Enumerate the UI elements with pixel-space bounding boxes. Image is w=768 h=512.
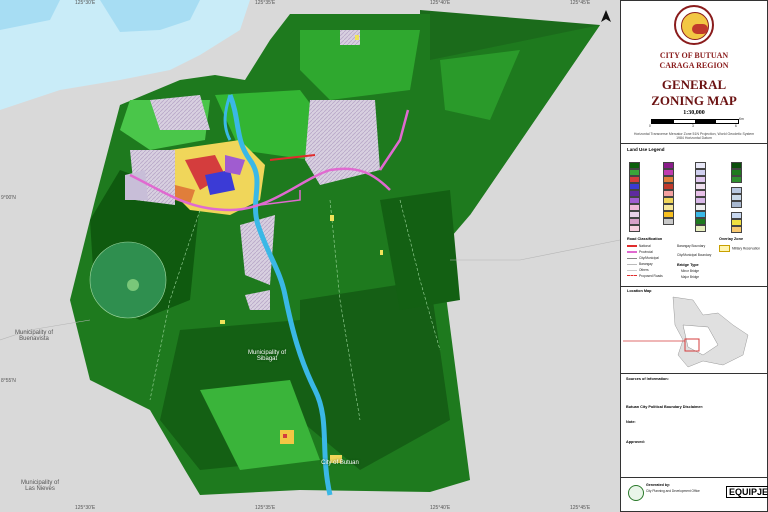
bridge-legend-item: Major Bridge <box>681 275 700 279</box>
bridge-legend-item: Minor Bridge <box>681 269 700 273</box>
map-title: GENERAL <box>661 77 727 92</box>
disclaimer-title: Butuan City Political Boundary Disclaime… <box>626 405 704 409</box>
road-legend-item: Provincial <box>639 250 653 254</box>
map-legend-panel: CITY OF BUTUAN CARAGA REGION GENERAL ZON… <box>620 0 768 512</box>
boundary-legend-item: Barangay Boundary <box>677 244 706 248</box>
road-legend-item: City/Municipal <box>639 256 659 260</box>
overlay-title: Overlay Zone <box>719 237 744 241</box>
road-legend-item: Barangay <box>639 262 653 266</box>
bottom-tick: 125°45'E <box>570 505 591 511</box>
road-class-title: Road Classification <box>627 237 663 241</box>
city-seal-icon <box>674 5 714 45</box>
bottom-tick: 125°35'E <box>255 505 276 511</box>
land-use-legend <box>629 156 761 233</box>
scale-tick: 0 <box>649 124 651 128</box>
left-tick: 8°55'N <box>1 378 16 384</box>
scale-label: 1:30,000 <box>683 110 705 116</box>
overlay-legend-item: Military Reservation <box>732 246 760 251</box>
approved-title: Approved: <box>626 440 645 444</box>
scale-unit: Km <box>739 117 744 121</box>
municipality-label: Municipality of Las Nieves <box>20 480 59 492</box>
municipality-label: Municipality of Buenavista <box>14 330 53 342</box>
map-canvas <box>0 0 620 512</box>
legend-title: Land Use Legend <box>627 147 665 152</box>
top-tick: 125°45'E <box>570 0 591 6</box>
top-tick: 125°30'E <box>75 0 96 6</box>
left-tick: 9°00'N <box>1 195 16 201</box>
top-tick: 125°35'E <box>255 0 276 6</box>
zoning-map[interactable]: 125°30'E 125°35'E 125°40'E 125°45'E 125°… <box>0 0 620 512</box>
road-legend-item: National <box>639 244 651 248</box>
city-label: City of Butuan <box>321 460 359 466</box>
scale-bar <box>651 119 739 124</box>
bridge-title: Bridge Type <box>677 263 699 267</box>
scale-tick: 3 <box>692 124 694 128</box>
city-title: CITY OF BUTUAN <box>659 51 729 60</box>
map-title-2: ZONING MAP <box>651 93 737 108</box>
scale-tick: 6 <box>735 124 737 128</box>
municipality-label: Municipality of Sibagat <box>247 350 286 362</box>
boundary-legend-item: City/Municipal Boundary <box>677 253 712 257</box>
generated-body: City Planning and Development Office <box>646 489 700 493</box>
top-tick: 125°40'E <box>430 0 451 6</box>
location-map <box>623 295 765 371</box>
generated-title: Generated by: <box>646 483 671 487</box>
sources-title: Sources of Information: <box>626 377 669 381</box>
bottom-tick: 125°30'E <box>75 505 96 511</box>
location-map-title: Location Map <box>627 289 652 293</box>
road-legend-item: Others <box>639 268 649 272</box>
note-title: Note: <box>626 420 636 424</box>
equipje-logo: EQUIPJE <box>726 486 768 498</box>
region-title: CARAGA REGION <box>659 61 729 70</box>
road-legend-item: Proposed Roads <box>639 274 663 278</box>
cpdo-logo-icon <box>628 485 644 501</box>
bottom-tick: 125°40'E <box>430 505 451 511</box>
projection-note: Horizontal Transverse Mercator Zone 51N … <box>633 132 755 140</box>
